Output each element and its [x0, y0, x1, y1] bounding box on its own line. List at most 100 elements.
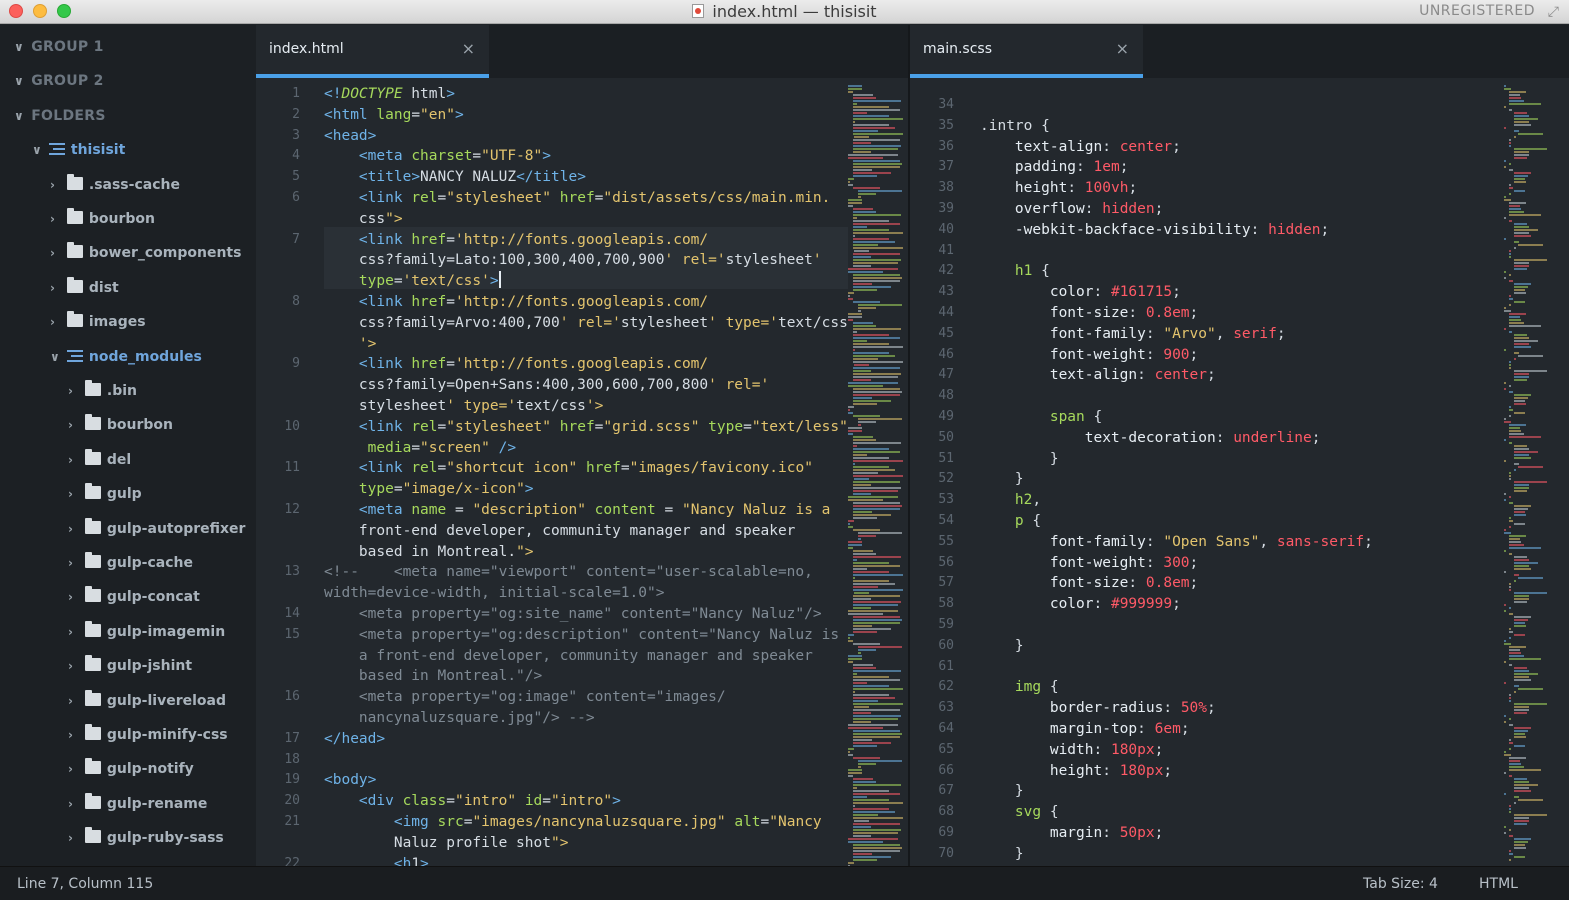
minimap-line [1518, 577, 1543, 579]
minimap-line [852, 355, 896, 357]
fullscreen-icon[interactable]: ⤢ [1548, 4, 1559, 20]
sidebar-module-11[interactable]: › gulp-notify [68, 754, 194, 784]
minimap-line [848, 199, 862, 201]
minimap-line [1513, 733, 1526, 735]
code-line: -webkit-backface-visibility: hidden; [1014, 221, 1330, 238]
sidebar-group-1[interactable]: ∨ GROUP 2 [14, 66, 104, 96]
chevron-right-icon[interactable]: › [68, 548, 80, 578]
sidebar-module-1[interactable]: › bourbon [68, 410, 173, 440]
minimap-line [1508, 316, 1521, 318]
sidebar-module-3[interactable]: › gulp [68, 479, 142, 509]
code-area[interactable]: 1 <!DOCTYPE html> 2 <html lang="en"> 3 <head>… [256, 81, 908, 866]
editor-pane-index[interactable]: index.html × 1 <!DOCTYPE html> 2 <html lang… [256, 25, 908, 866]
minimap-line [852, 721, 871, 723]
minimap-line [1513, 154, 1529, 156]
chevron-right-icon[interactable]: › [68, 445, 80, 475]
tab-main-scss[interactable]: main.scss × [910, 25, 1143, 78]
sidebar-folder-5[interactable]: ∨ node_modules [50, 342, 202, 372]
minimap-line [852, 601, 902, 603]
minimap-line [857, 766, 862, 768]
sidebar-module-10[interactable]: › gulp-minify-css [68, 720, 228, 750]
minimap-line [1508, 553, 1513, 555]
title-bar: index.html — thisisit UNREGISTERED ⤢ [0, 0, 1569, 24]
minimap-line [1508, 652, 1522, 654]
minimap-line [852, 631, 878, 633]
close-tab-icon[interactable]: × [1116, 39, 1129, 58]
chevron-right-icon[interactable]: › [50, 238, 62, 268]
chevron-right-icon[interactable]: › [68, 376, 80, 406]
sidebar-folder-3[interactable]: › dist [50, 273, 119, 303]
chevron-right-icon[interactable]: › [68, 410, 80, 440]
minimap-line [1504, 682, 1506, 684]
minimap-line [852, 595, 900, 597]
chevron-right-icon[interactable]: › [68, 754, 80, 784]
sidebar-folder-2[interactable]: › bower_components [50, 238, 241, 268]
sidebar-group-2[interactable]: ∨ FOLDERS [14, 101, 106, 131]
chevron-down-icon[interactable]: ∨ [14, 66, 26, 96]
minimap-line [852, 778, 873, 780]
folder-icon [84, 758, 101, 775]
sidebar-folder-0[interactable]: › .sass-cache [50, 170, 180, 200]
sidebar-module-8[interactable]: › gulp-jshint [68, 651, 192, 681]
code-line: font-weight: 300; [1049, 554, 1199, 571]
minimap-line [852, 682, 868, 684]
sidebar-module-0[interactable]: › .bin [68, 376, 137, 406]
chevron-right-icon[interactable]: › [68, 823, 80, 853]
minimap-line [852, 502, 901, 504]
sidebar-module-12[interactable]: › gulp-rename [68, 789, 207, 819]
chevron-right-icon[interactable]: › [68, 617, 80, 647]
minimap-line [852, 718, 898, 720]
chevron-right-icon[interactable]: › [50, 204, 62, 234]
chevron-right-icon[interactable]: › [68, 514, 80, 544]
minimap-line [1513, 484, 1529, 486]
code-line: } [980, 450, 1059, 467]
sidebar-label: gulp-cache [106, 555, 194, 571]
chevron-right-icon[interactable]: › [68, 582, 80, 612]
sidebar-module-9[interactable]: › gulp-livereload [68, 686, 226, 716]
sidebar-module-7[interactable]: › gulp-imagemin [68, 617, 225, 647]
chevron-down-icon[interactable]: ∨ [50, 342, 62, 372]
minimap-line [852, 589, 904, 591]
tab-size-selector[interactable]: Tab Size: 4 [1363, 876, 1438, 892]
tab-index-html[interactable]: index.html × [256, 25, 489, 78]
chevron-down-icon[interactable]: ∨ [14, 32, 26, 62]
sidebar-folder-4[interactable]: › images [50, 307, 146, 337]
chevron-right-icon[interactable]: › [68, 720, 80, 750]
folder-icon [84, 689, 101, 706]
sidebar-module-2[interactable]: › del [68, 445, 131, 475]
unregistered-label: UNREGISTERED [1419, 3, 1535, 19]
sidebar-label: GROUP 2 [31, 73, 104, 90]
code-area[interactable]: 34 35 .intro {36 text-align: center; 37 pad… [910, 81, 1569, 866]
sidebar-module-5[interactable]: › gulp-cache [68, 548, 193, 578]
code-line: p { [1014, 513, 1042, 529]
chevron-down-icon[interactable]: ∨ [32, 135, 44, 165]
minimap[interactable] [1502, 81, 1564, 866]
editor-pane-main-scss[interactable]: main.scss × 34 35 .intro {36 text-align: c… [910, 25, 1569, 866]
minimap[interactable] [846, 81, 908, 866]
close-tab-icon[interactable]: × [462, 39, 475, 58]
minimap-line [1513, 676, 1529, 678]
chevron-right-icon[interactable]: › [50, 307, 62, 337]
chevron-right-icon[interactable]: › [68, 686, 80, 716]
chevron-right-icon[interactable]: › [68, 651, 80, 681]
minimap-line [852, 673, 858, 675]
sidebar-project[interactable]: ∨ thisisit [32, 135, 125, 165]
chevron-down-icon[interactable]: ∨ [14, 101, 26, 131]
syntax-selector[interactable]: HTML [1479, 876, 1518, 892]
minimap-line [848, 748, 855, 750]
sidebar-folder-1[interactable]: › bourbon [50, 204, 155, 234]
sidebar-label: node_modules [88, 348, 202, 365]
minimap-line [848, 412, 854, 414]
sidebar-module-13[interactable]: › gulp-ruby-sass [68, 823, 224, 853]
minimap-line [852, 490, 898, 492]
minimap-line [1508, 637, 1511, 639]
sidebar-module-6[interactable]: › gulp-concat [68, 582, 200, 612]
sidebar-group-0[interactable]: ∨ GROUP 1 [14, 32, 104, 62]
chevron-right-icon[interactable]: › [50, 170, 62, 200]
chevron-right-icon[interactable]: › [68, 479, 80, 509]
minimap-line [852, 562, 889, 564]
minimap-line [1508, 646, 1526, 648]
chevron-right-icon[interactable]: › [68, 789, 80, 819]
sidebar-module-4[interactable]: › gulp-autoprefixer [68, 514, 245, 544]
chevron-right-icon[interactable]: › [50, 273, 62, 303]
